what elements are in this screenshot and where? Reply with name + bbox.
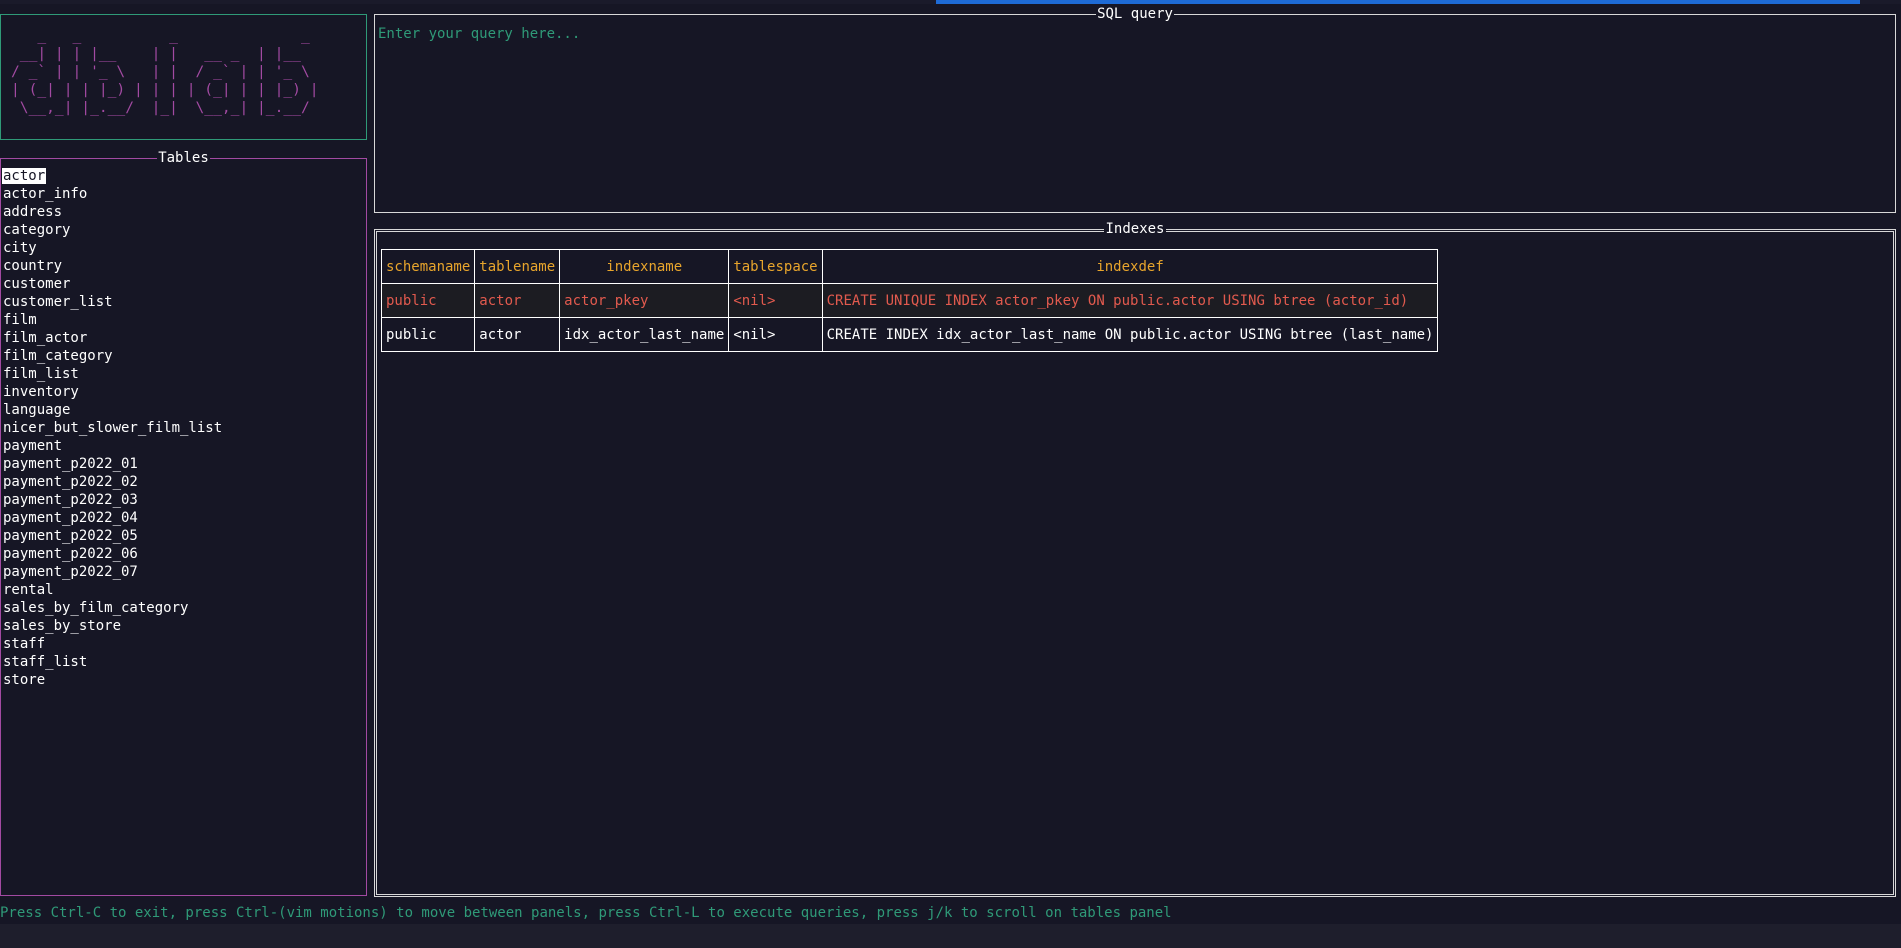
table-list-item-label: customer	[3, 276, 71, 292]
cell-tablename: actor	[474, 283, 561, 318]
column-header-indexdef: indexdef	[821, 249, 1439, 284]
table-list-item-label: payment_p2022_06	[3, 546, 138, 562]
table-list-item-label: film_list	[3, 366, 79, 382]
cell-tablename: actor	[474, 317, 561, 352]
table-list-item[interactable]: store	[2, 671, 223, 689]
table-list-item[interactable]: language	[2, 401, 223, 419]
table-list-item[interactable]: payment_p2022_02	[2, 473, 223, 491]
cell-tablespace: <nil>	[728, 317, 823, 352]
table-list-item[interactable]: customer_list	[2, 293, 223, 311]
table-list-item[interactable]: film_actor	[2, 329, 223, 347]
bottom-strip	[0, 924, 1901, 948]
table-list-item[interactable]: nicer_but_slower_film_list	[2, 419, 223, 437]
table-list-item[interactable]: rental	[2, 581, 223, 599]
table-list-item[interactable]: customer	[2, 275, 223, 293]
sql-query-panel[interactable]: SQL query	[374, 6, 1896, 213]
sql-query-input[interactable]	[378, 23, 1878, 45]
table-list-item-label: payment	[3, 438, 63, 454]
table-list-item[interactable]: actor_info	[2, 185, 223, 203]
table-list-item[interactable]: staff	[2, 635, 223, 653]
table-list-item[interactable]: city	[2, 239, 223, 257]
table-list-item[interactable]: country	[2, 257, 223, 275]
table-list-item-label: inventory	[3, 384, 79, 400]
table-list-item[interactable]: address	[2, 203, 223, 221]
table-list-item-label: film_actor	[3, 330, 88, 346]
table-list-item-label: language	[3, 402, 71, 418]
cell-indexname: idx_actor_last_name	[559, 317, 730, 352]
column-header-tablename: tablename	[474, 249, 561, 284]
results-table[interactable]: schemaname tablename indexname tablespac…	[380, 249, 1439, 352]
column-header-indexname: indexname	[559, 249, 730, 284]
results-panel[interactable]: Indexes schemaname tablename indexname t…	[374, 221, 1896, 897]
cell-tablespace: <nil>	[728, 283, 823, 318]
logo-panel: _ _ _ _ __| | | |__ | | __ _ | |__ / _` …	[0, 14, 367, 140]
table-list-item[interactable]: payment_p2022_01	[2, 455, 223, 473]
cell-indexdef: CREATE UNIQUE INDEX actor_pkey ON public…	[821, 283, 1439, 318]
tables-panel[interactable]: Tables actor actor_infoaddress category cit…	[0, 150, 367, 896]
column-header-tablespace: tablespace	[728, 249, 823, 284]
table-list-item-label: city	[3, 240, 37, 256]
table-list-item-label: country	[3, 258, 63, 274]
table-list-item-label: payment_p2022_05	[3, 528, 138, 544]
table-list-item-label: payment_p2022_03	[3, 492, 138, 508]
table-list-item[interactable]: film	[2, 311, 223, 329]
table-list-item-label: staff_list	[3, 654, 88, 670]
table-list-item[interactable]: actor	[2, 167, 223, 185]
sql-query-panel-title: SQL query	[1096, 6, 1174, 22]
tables-panel-title: Tables	[157, 150, 210, 166]
table-row[interactable]: public actor actor_pkey <nil> CREATE UNI…	[380, 283, 1439, 318]
table-list-item-label: actor_info	[3, 186, 88, 202]
table-list-item[interactable]: payment_p2022_03	[2, 491, 223, 509]
table-list-item[interactable]: payment_p2022_05	[2, 527, 223, 545]
table-list-item-label: payment_p2022_02	[3, 474, 138, 490]
table-list-item-label: rental	[3, 582, 54, 598]
table-list-item[interactable]: category	[2, 221, 223, 239]
cell-indexdef: CREATE INDEX idx_actor_last_name ON publ…	[821, 317, 1439, 352]
table-list-item[interactable]: payment_p2022_06	[2, 545, 223, 563]
table-list-item-label: sales_by_store	[3, 618, 122, 634]
column-header-schemaname: schemaname	[380, 249, 476, 284]
cell-indexname: actor_pkey	[559, 283, 730, 318]
table-list-item-label: address	[3, 204, 63, 220]
table-list-item[interactable]: payment_p2022_04	[2, 509, 223, 527]
table-list-item[interactable]: sales_by_film_category	[2, 599, 223, 617]
table-list-item-label: film	[3, 312, 37, 328]
results-panel-title: Indexes	[1104, 221, 1166, 237]
table-list-item-label: category	[3, 222, 71, 238]
table-list-item-label: sales_by_film_category	[3, 600, 189, 616]
results-panel-title-bar: Indexes	[377, 220, 1893, 238]
tables-panel-title-bar: Tables	[1, 149, 366, 167]
table-list-item[interactable]: film_list	[2, 365, 223, 383]
table-list-item[interactable]: staff_list	[2, 653, 223, 671]
table-list-item-label: customer_list	[3, 294, 113, 310]
table-list-item[interactable]: sales_by_store	[2, 617, 223, 635]
app-logo: _ _ _ _ __| | | |__ | | __ _ | |__ / _` …	[11, 27, 319, 116]
table-list-item[interactable]: payment	[2, 437, 223, 455]
table-list-item-label: payment_p2022_04	[3, 510, 138, 526]
table-list-item-label: actor	[2, 168, 47, 184]
focus-indicator	[936, 0, 1860, 4]
app-screen: _ _ _ _ __| | | |__ | | __ _ | |__ / _` …	[0, 0, 1901, 948]
table-list[interactable]: actor actor_infoaddress category city countr…	[2, 167, 223, 689]
status-bar: Press Ctrl-C to exit, press Ctrl-(vim mo…	[0, 905, 1172, 921]
table-list-item[interactable]: payment_p2022_07	[2, 563, 223, 581]
table-list-item-label: payment_p2022_01	[3, 456, 138, 472]
table-list-item[interactable]: film_category	[2, 347, 223, 365]
table-row[interactable]: public actor idx_actor_last_name <nil> C…	[380, 317, 1439, 352]
sql-query-panel-title-bar: SQL query	[375, 5, 1895, 23]
table-list-item-label: payment_p2022_07	[3, 564, 138, 580]
table-list-item-label: staff	[3, 636, 46, 652]
table-list-item-label: nicer_but_slower_film_list	[3, 420, 223, 436]
results-header-row: schemaname tablename indexname tablespac…	[380, 249, 1439, 284]
table-list-item-label: film_category	[3, 348, 113, 364]
cell-schemaname: public	[380, 317, 476, 352]
cell-schemaname: public	[380, 283, 476, 318]
table-list-item[interactable]: inventory	[2, 383, 223, 401]
table-list-item-label: store	[3, 672, 46, 688]
